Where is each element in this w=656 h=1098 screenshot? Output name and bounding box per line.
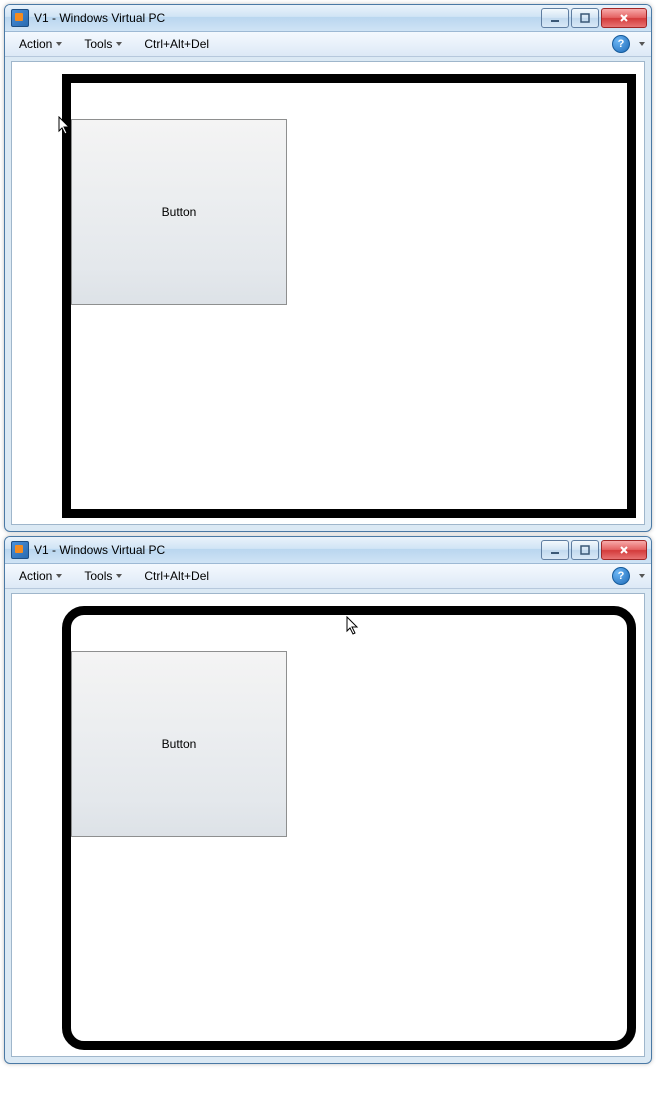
app-icon: [11, 541, 29, 559]
close-button[interactable]: [601, 540, 647, 560]
chevron-down-icon: [56, 42, 62, 46]
maximize-icon: [580, 545, 590, 555]
titlebar[interactable]: V1 - Windows Virtual PC: [5, 5, 651, 32]
menu-action-label: Action: [19, 569, 52, 583]
guest-button[interactable]: Button: [71, 119, 287, 305]
guest-button-label: Button: [162, 737, 197, 751]
menu-ctrl-alt-del[interactable]: Ctrl+Alt+Del: [136, 35, 217, 53]
minimize-icon: [550, 13, 560, 23]
menu-tools-label: Tools: [84, 37, 112, 51]
guest-desktop-frame: Button: [62, 606, 636, 1050]
minimize-button[interactable]: [541, 540, 569, 560]
menu-cad-label: Ctrl+Alt+Del: [144, 37, 209, 51]
guest-desktop-frame: Button: [62, 74, 636, 518]
minimize-button[interactable]: [541, 8, 569, 28]
menu-tools-label: Tools: [84, 569, 112, 583]
help-button[interactable]: ?: [612, 567, 630, 585]
window-controls: [541, 8, 647, 28]
guest-button-label: Button: [162, 205, 197, 219]
help-button[interactable]: ?: [612, 35, 630, 53]
chevron-down-icon: [116, 42, 122, 46]
guest-button[interactable]: Button: [71, 651, 287, 837]
help-icon: ?: [618, 38, 625, 50]
menu-ctrl-alt-del[interactable]: Ctrl+Alt+Del: [136, 567, 217, 585]
menu-tools[interactable]: Tools: [76, 567, 130, 585]
close-icon: [619, 13, 629, 23]
vm-display-area[interactable]: Button: [11, 61, 645, 525]
menubar: Action Tools Ctrl+Alt+Del ?: [5, 564, 651, 589]
window-title: V1 - Windows Virtual PC: [34, 543, 165, 557]
chevron-down-icon: [639, 42, 645, 46]
chevron-down-icon: [116, 574, 122, 578]
minimize-icon: [550, 545, 560, 555]
maximize-icon: [580, 13, 590, 23]
menubar: Action Tools Ctrl+Alt+Del ?: [5, 32, 651, 57]
window-title: V1 - Windows Virtual PC: [34, 11, 165, 25]
menu-action-label: Action: [19, 37, 52, 51]
chevron-down-icon: [639, 574, 645, 578]
maximize-button[interactable]: [571, 8, 599, 28]
chevron-down-icon: [56, 574, 62, 578]
menu-action[interactable]: Action: [11, 567, 70, 585]
menu-action[interactable]: Action: [11, 35, 70, 53]
window-controls: [541, 540, 647, 560]
help-icon: ?: [618, 570, 625, 582]
close-button[interactable]: [601, 8, 647, 28]
vm-window: V1 - Windows Virtual PC Action Tools Ctr…: [4, 4, 652, 532]
vm-display-area[interactable]: Button: [11, 593, 645, 1057]
maximize-button[interactable]: [571, 540, 599, 560]
menu-cad-label: Ctrl+Alt+Del: [144, 569, 209, 583]
close-icon: [619, 545, 629, 555]
app-icon: [11, 9, 29, 27]
titlebar[interactable]: V1 - Windows Virtual PC: [5, 537, 651, 564]
menu-tools[interactable]: Tools: [76, 35, 130, 53]
vm-window: V1 - Windows Virtual PC Action Tools Ctr…: [4, 536, 652, 1064]
